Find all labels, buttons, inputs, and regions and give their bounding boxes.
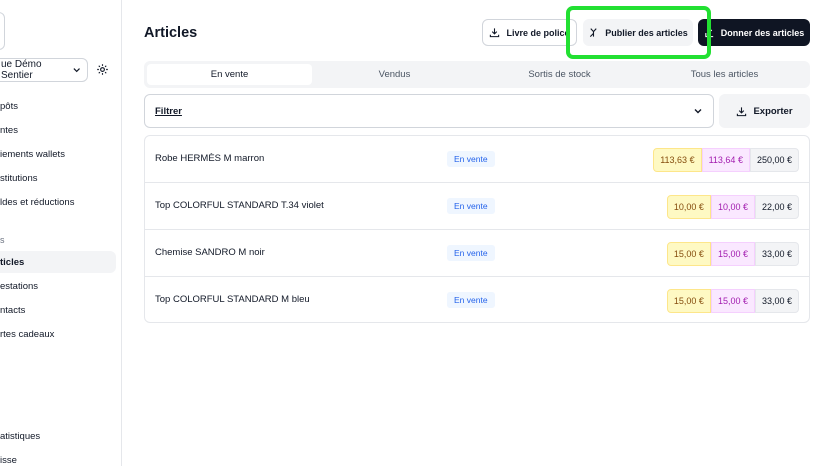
police-book-label: Livre de police [506, 27, 570, 38]
give-articles-button[interactable]: Donner des articles [698, 19, 810, 46]
page-title: Articles [144, 25, 198, 41]
store-select-label: ue Démo Sentier [1, 59, 42, 81]
sidebar-item-caisse[interactable]: isse [0, 449, 116, 466]
publish-articles-label: Publier des articles [605, 27, 688, 38]
price-commission: 10,00 € [710, 195, 755, 219]
merge-icon [590, 28, 597, 38]
price-commission: 15,00 € [710, 289, 755, 313]
price-group: 15,00 € 15,00 € 33,00 € [666, 289, 799, 313]
table-row[interactable]: Chemise SANDRO M noir En vente 15,00 € 1… [145, 230, 809, 277]
price-seller: 10,00 € [666, 195, 711, 219]
gear-icon[interactable] [96, 63, 109, 76]
price-group: 15,00 € 15,00 € 33,00 € [666, 242, 799, 266]
sidebar-item-restitutions[interactable]: stitutions [0, 167, 116, 189]
download-icon [737, 106, 747, 116]
sidebar-item-label: stitutions [0, 172, 38, 184]
article-name: Top COLORFUL STANDARD M bleu [155, 294, 310, 305]
sidebar-item-ventes[interactable]: ntes [0, 119, 116, 141]
chevron-down-icon [73, 68, 80, 73]
store-select[interactable]: ue Démo Sentier [0, 58, 88, 82]
price-sale: 22,00 € [754, 195, 799, 219]
price-group: 113,63 € 113,64 € 250,00 € [653, 148, 799, 172]
chevron-down-icon [694, 109, 702, 114]
sidebar-section-heading: s [0, 235, 5, 245]
sidebar-item-statistiques[interactable]: atistiques [0, 425, 116, 447]
sidebar-item-label: pôts [0, 100, 18, 112]
sidebar-item-label: ntacts [0, 304, 26, 316]
price-seller: 113,63 € [653, 148, 702, 172]
sidebar-item-label: estations [0, 280, 39, 292]
status-badge: En vente [447, 198, 495, 214]
status-badge: En vente [447, 245, 495, 261]
sidebar-item-label: ticles [0, 256, 25, 268]
give-articles-label: Donner des articles [720, 27, 805, 38]
sidebar-item-prestations[interactable]: estations [0, 275, 116, 297]
price-sale: 250,00 € [749, 148, 799, 172]
article-name: Chemise SANDRO M noir [155, 247, 265, 258]
tab-vendus[interactable]: Vendus [312, 64, 477, 85]
sidebar-item-depots[interactable]: pôts [0, 95, 116, 117]
export-label: Exporter [753, 105, 793, 117]
tab-sortis-de-stock[interactable]: Sortis de stock [477, 64, 642, 85]
publish-articles-button[interactable]: Publier des articles [583, 19, 693, 46]
tab-tous-les-articles[interactable]: Tous les articles [642, 64, 807, 85]
price-sale: 33,00 € [754, 289, 799, 313]
sidebar-item-soldes[interactable]: ldes et réductions [0, 191, 116, 213]
workspace-switcher[interactable] [0, 12, 5, 50]
article-name: Top COLORFUL STANDARD T.34 violet [155, 200, 324, 211]
sidebar-item-paiements-wallets[interactable]: iements wallets [0, 143, 116, 165]
article-name: Robe HERMÈS M marron [155, 153, 265, 164]
sidebar-item-label: iements wallets [0, 148, 65, 160]
sidebar-item-articles[interactable]: ticles [0, 251, 116, 273]
download-icon [490, 28, 500, 38]
table-row[interactable]: Top COLORFUL STANDARD M bleu En vente 15… [145, 277, 809, 324]
price-group: 10,00 € 10,00 € 22,00 € [666, 195, 799, 219]
price-commission: 113,64 € [701, 148, 750, 172]
share-up-icon [705, 27, 713, 38]
price-seller: 15,00 € [666, 242, 711, 266]
police-book-button[interactable]: Livre de police [482, 19, 577, 46]
sidebar: ue Démo Sentier pôts ntes iements wallet… [0, 0, 122, 466]
sidebar-item-cartes-cadeaux[interactable]: rtes cadeaux [0, 323, 116, 345]
filter-dropdown[interactable]: Filtrer [144, 94, 714, 128]
sidebar-item-label: rtes cadeaux [0, 328, 55, 340]
sidebar-item-label: isse [0, 454, 17, 466]
articles-table: Robe HERMÈS M marron En vente 113,63 € 1… [144, 135, 810, 323]
price-sale: 33,00 € [754, 242, 799, 266]
price-commission: 15,00 € [710, 242, 755, 266]
tab-en-vente[interactable]: En vente [147, 64, 312, 85]
sidebar-item-label: ldes et réductions [0, 196, 75, 208]
status-badge: En vente [447, 292, 495, 308]
filter-label: Filtrer [155, 105, 182, 117]
sidebar-item-label: ntes [0, 124, 18, 136]
sidebar-item-contacts[interactable]: ntacts [0, 299, 116, 321]
table-row[interactable]: Robe HERMÈS M marron En vente 113,63 € 1… [145, 136, 809, 183]
status-tabs: En vente Vendus Sortis de stock Tous les… [144, 61, 810, 88]
price-seller: 15,00 € [666, 289, 711, 313]
table-row[interactable]: Top COLORFUL STANDARD T.34 violet En ven… [145, 183, 809, 230]
status-badge: En vente [447, 151, 495, 167]
export-button[interactable]: Exporter [719, 94, 810, 128]
sidebar-item-label: atistiques [0, 430, 41, 442]
